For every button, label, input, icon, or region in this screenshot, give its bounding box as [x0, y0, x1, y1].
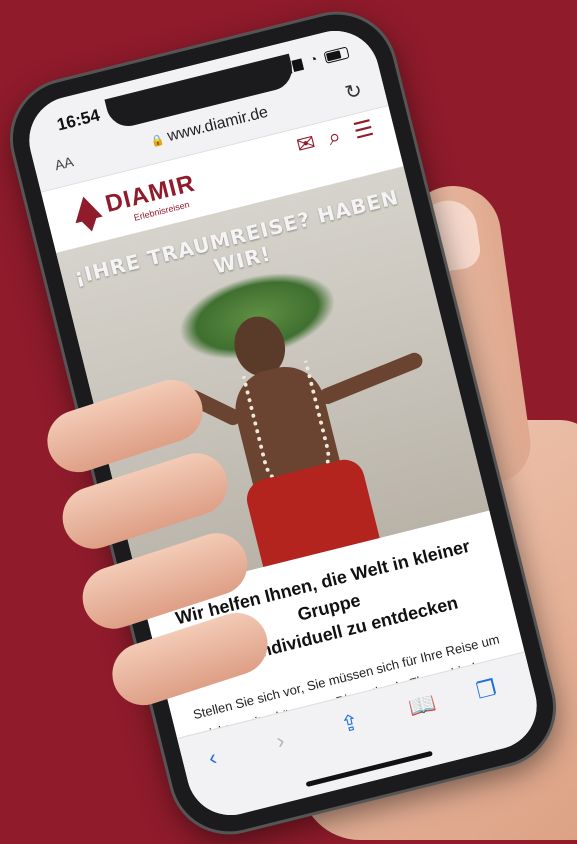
lock-icon: 🔒	[149, 133, 166, 149]
menu-icon[interactable]: ☰	[351, 115, 376, 144]
status-time: 16:54	[54, 105, 102, 135]
back-icon[interactable]: ‹	[206, 744, 219, 771]
tabs-icon[interactable]: ❐	[474, 675, 499, 705]
share-icon[interactable]: ⇪	[338, 709, 362, 739]
battery-icon	[323, 45, 350, 64]
bookmarks-icon[interactable]: 📖	[406, 690, 439, 722]
search-icon[interactable]: ⌕	[325, 123, 343, 150]
mail-icon[interactable]: ✉	[294, 129, 318, 158]
photo-scene: 16:54 ▂▄▆ ◔ AA 🔒www.diamir.de ↻ DIAMIR E…	[0, 0, 577, 844]
dancer-arm-right	[316, 350, 425, 407]
wifi-icon: ◔	[307, 50, 321, 68]
dancer-figure	[170, 257, 425, 575]
forward-icon[interactable]: ›	[274, 728, 287, 755]
logo-mark-lower	[78, 213, 102, 234]
